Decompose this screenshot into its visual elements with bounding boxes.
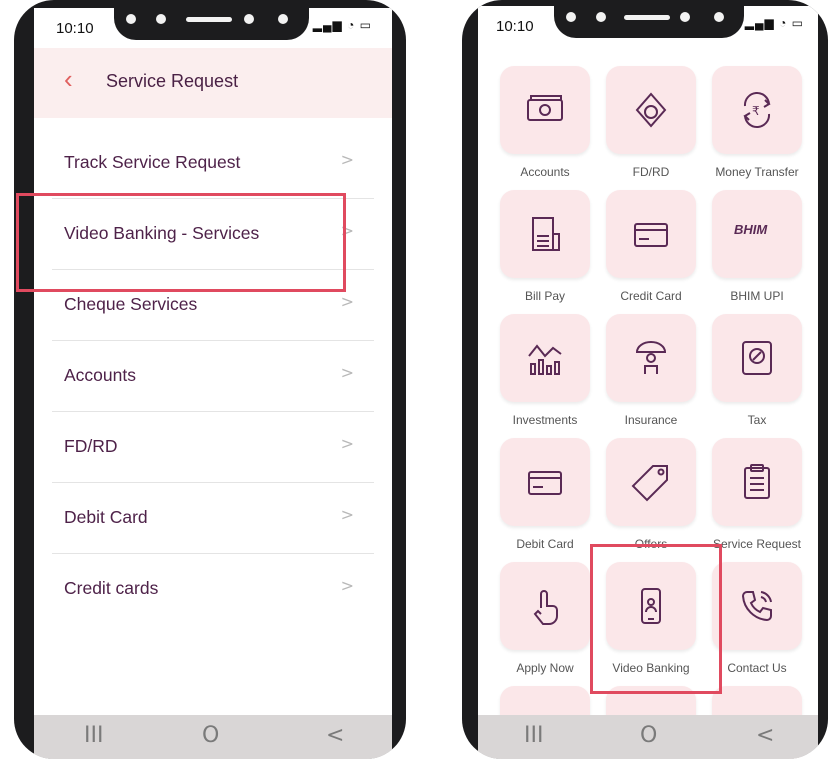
tile-fd-rd[interactable] bbox=[606, 66, 696, 154]
tile-service-request[interactable] bbox=[712, 438, 802, 526]
highlight-box bbox=[16, 193, 346, 292]
system-nav-bar: III O < bbox=[478, 715, 818, 759]
tap-hand-icon bbox=[533, 590, 558, 625]
tile-label: Tax bbox=[747, 413, 767, 427]
tile-contact-us[interactable] bbox=[712, 562, 802, 650]
tile-money-transfer[interactable]: ₹ bbox=[712, 66, 802, 154]
back-icon[interactable]: < bbox=[756, 723, 774, 748]
tile-label: Bill Pay bbox=[524, 289, 565, 303]
left-screen: 10:10 ▂▄▆ ◔ ▭ ‹ Service Request Track Se… bbox=[34, 8, 392, 759]
signal-wifi-battery-icon: ▂▄▆ ◔ ▭ bbox=[744, 16, 804, 30]
chevron-right-icon: > bbox=[340, 363, 354, 382]
clipboard-icon bbox=[744, 464, 770, 499]
offer-tag-icon bbox=[631, 465, 668, 502]
signal-wifi-battery-icon: ▂▄▆ ◔ ▭ bbox=[312, 18, 372, 32]
chevron-right-icon: > bbox=[340, 505, 354, 524]
highlight-box bbox=[590, 544, 722, 694]
list-item-label: FD/RD bbox=[64, 436, 118, 456]
home-icon[interactable]: O bbox=[202, 723, 219, 748]
list-item-label: Track Service Request bbox=[64, 152, 241, 172]
list-item-label: Credit cards bbox=[64, 578, 159, 598]
recents-icon[interactable]: III bbox=[84, 723, 103, 748]
investment-chart-icon bbox=[528, 344, 562, 375]
rupee-transfer-icon: ₹ bbox=[743, 92, 771, 128]
svg-text:₹: ₹ bbox=[752, 104, 760, 118]
chevron-right-icon: > bbox=[340, 576, 354, 595]
tile-apply-now[interactable] bbox=[500, 562, 590, 650]
tile-label: Apply Now bbox=[516, 661, 574, 675]
tile-tax[interactable] bbox=[712, 314, 802, 402]
list-item-label: Cheque Services bbox=[64, 294, 198, 314]
list-item-label: Accounts bbox=[64, 365, 136, 385]
system-nav-bar: III O < bbox=[34, 715, 392, 759]
tile-investments[interactable] bbox=[500, 314, 590, 402]
header-bar: ‹ Service Request bbox=[34, 48, 392, 118]
debit-card-icon bbox=[528, 471, 562, 495]
tile-label: Credit Card bbox=[620, 289, 682, 303]
chevron-right-icon: > bbox=[340, 150, 354, 169]
tax-document-icon bbox=[742, 341, 772, 375]
umbrella-person-icon bbox=[635, 341, 667, 374]
tile-label: FD/RD bbox=[632, 165, 670, 179]
tile-bill-pay[interactable] bbox=[500, 190, 590, 278]
tile-offers[interactable] bbox=[606, 438, 696, 526]
status-time: 10:10 bbox=[496, 18, 534, 35]
page-title: Service Request bbox=[106, 71, 239, 91]
tile-label: Money Transfer bbox=[715, 165, 799, 179]
tile-label: Debit Card bbox=[516, 537, 574, 551]
phone-call-icon bbox=[741, 591, 772, 622]
left-phone: 10:10 ▂▄▆ ◔ ▭ ‹ Service Request Track Se… bbox=[14, 0, 406, 759]
tile-debit-card[interactable] bbox=[500, 438, 590, 526]
camera-notch bbox=[114, 8, 309, 40]
tile-accounts[interactable] bbox=[500, 66, 590, 154]
tile-credit-card[interactable] bbox=[606, 190, 696, 278]
chevron-right-icon: > bbox=[340, 434, 354, 453]
home-icon[interactable]: O bbox=[640, 723, 657, 748]
list-item-accounts[interactable]: Accounts > bbox=[52, 341, 374, 412]
cash-icon bbox=[527, 95, 563, 121]
list-item-track-service-request[interactable]: Track Service Request > bbox=[52, 128, 374, 199]
back-icon[interactable]: < bbox=[326, 723, 344, 748]
money-bag-icon bbox=[635, 92, 667, 128]
camera-notch bbox=[554, 6, 744, 38]
back-arrow-icon[interactable]: ‹ bbox=[64, 64, 73, 95]
chevron-right-icon: > bbox=[340, 292, 354, 311]
tile-bhim-upi[interactable]: BHIM bbox=[712, 190, 802, 278]
recents-icon[interactable]: III bbox=[524, 723, 543, 748]
list-item-debit-card[interactable]: Debit Card > bbox=[52, 483, 374, 554]
status-time: 10:10 bbox=[56, 20, 94, 37]
tile-label: Insurance bbox=[624, 413, 678, 427]
list-item-label: Debit Card bbox=[64, 507, 148, 527]
list-item-credit-cards[interactable]: Credit cards > bbox=[52, 554, 374, 624]
tile-label: Investments bbox=[512, 413, 578, 427]
tile-label: Accounts bbox=[520, 165, 570, 179]
credit-card-icon bbox=[634, 223, 668, 247]
tile-insurance[interactable] bbox=[606, 314, 696, 402]
tile-label: BHIM UPI bbox=[730, 289, 784, 303]
list-item-fd-rd[interactable]: FD/RD > bbox=[52, 412, 374, 483]
receipt-icon bbox=[532, 217, 560, 251]
bhim-logo-icon: BHIM bbox=[734, 222, 768, 237]
